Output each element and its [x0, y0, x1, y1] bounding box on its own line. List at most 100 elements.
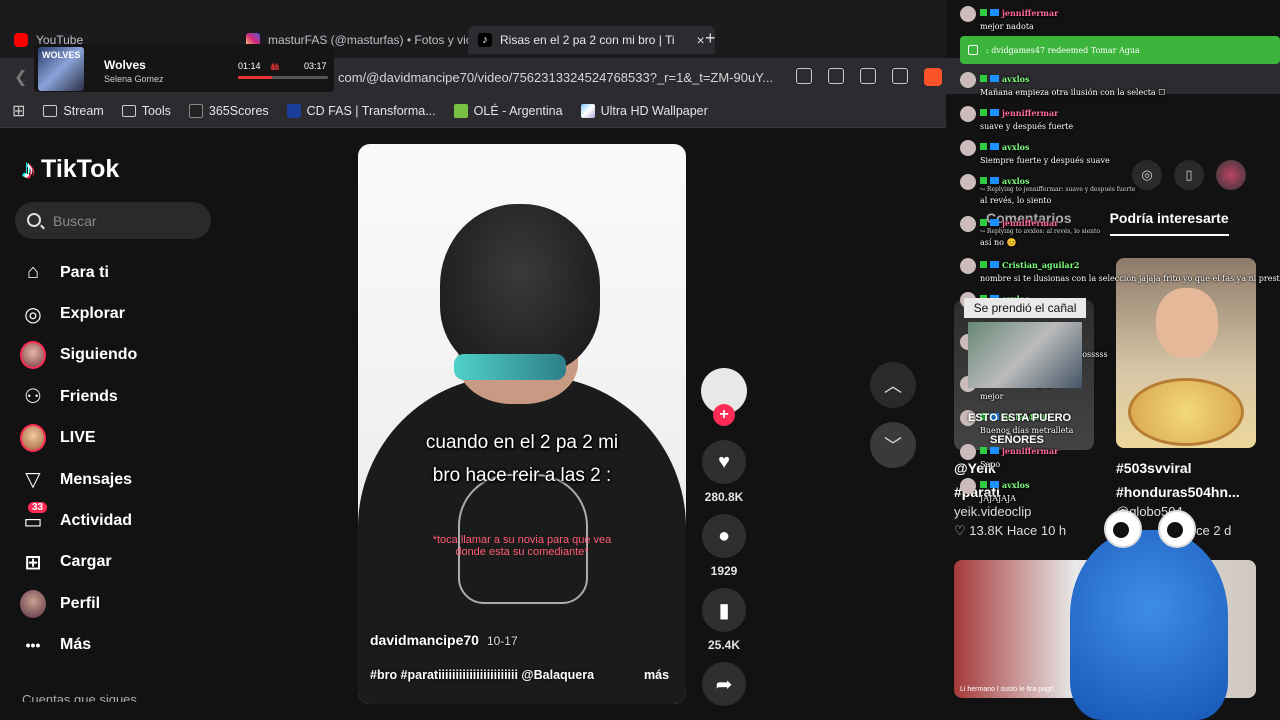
share-icon[interactable]: [892, 68, 908, 84]
card-likes: 13.8K: [969, 523, 1004, 538]
comment-icon[interactable]: ●: [702, 514, 746, 558]
friends-icon: ⚇: [24, 386, 42, 409]
chat-avatar: [960, 258, 976, 274]
heart-icon[interactable]: ♥: [702, 440, 746, 484]
previous-video-button[interactable]: ︿: [870, 362, 916, 408]
tiktok-logo[interactable]: ♪ TikTok: [22, 154, 119, 185]
sidebar-item-label: Cargar: [60, 553, 112, 571]
chevron-down-icon: ﹀: [884, 436, 902, 456]
cast-icon[interactable]: [828, 68, 844, 84]
share-action[interactable]: ➦: [700, 662, 748, 706]
chat-reply-context: ↪ Replying to jenniffermar: suave y desp…: [980, 186, 1136, 193]
sidebar-item-explorar[interactable]: ◎ Explorar: [20, 293, 220, 334]
brave-shields-icon[interactable]: [924, 68, 942, 86]
sidebar-item-friends[interactable]: ⚇ Friends: [20, 376, 220, 417]
chat-username-text: avxlos: [1002, 176, 1030, 186]
apps-grid-icon[interactable]: ⊞: [12, 101, 25, 121]
bookmark-label: Tools: [141, 103, 171, 118]
chat-username: jenniffermar: [980, 8, 1058, 18]
translate-icon[interactable]: [860, 68, 876, 84]
chat-message: jenniffermar ↪ Replying to avxlos: al rev…: [958, 214, 1280, 247]
comment-count: 1929: [710, 564, 738, 578]
blue-monster-mascot: [1058, 510, 1230, 720]
tiktok-favicon-icon: ♪: [478, 33, 492, 47]
progress-bar[interactable]: [238, 76, 328, 79]
video-subcaption: *toca llamar a su novia para que vea don…: [432, 534, 612, 558]
cdfas-icon: [286, 103, 301, 118]
chat-message-text: así no 😊: [980, 238, 1017, 247]
waveform-icon: ıllıllı: [270, 62, 279, 72]
badge-icon: [980, 481, 987, 488]
chat-avatar: [960, 216, 976, 232]
redeem-alert: : dvidgames47 redeemed Tomar Agua: [960, 36, 1280, 64]
sidebar-item-mensajes[interactable]: ▽ Mensajes: [20, 459, 220, 500]
comment-action[interactable]: ● 1929: [700, 514, 748, 578]
video-hashtags[interactable]: #bro #paratiiiiiiiiiiiiiiiiiiiiiii @Bala…: [370, 668, 670, 682]
chat-username-text: jenniffermar: [1002, 218, 1059, 228]
sidebar-item-siguiendo[interactable]: Siguiendo: [20, 335, 220, 376]
bookmark-ole[interactable]: OLÉ - Argentina: [453, 103, 563, 118]
video-caption-line: cuando en el 2 pa 2 mi: [425, 432, 619, 453]
tab-tiktok-active[interactable]: ♪ Risas en el 2 pa 2 con mi bro | Ti ×: [468, 26, 715, 54]
chat-message-text: nombre si te ilusionas con la selección …: [980, 274, 1280, 283]
bookmark-wallpaper[interactable]: Ultra HD Wallpaper: [580, 103, 708, 118]
chat-username: jenniffermar: [980, 218, 1058, 228]
brand-name: TikTok: [41, 155, 120, 183]
next-video-button[interactable]: ﹀: [870, 422, 916, 468]
bookmark-tools[interactable]: Tools: [121, 103, 171, 118]
video-author[interactable]: davidmancipe70 10-17: [370, 632, 518, 648]
following-section-heading: Cuentas que sigues: [22, 692, 137, 702]
chat-username-text: jenniffermar: [1002, 108, 1059, 118]
chat-message: Cristian_aguilar2 nombre si te ilusionas …: [958, 256, 1280, 288]
translate-off-icon[interactable]: [796, 68, 812, 84]
sidebar-item-label: Mensajes: [60, 470, 133, 488]
badge-icon: [980, 75, 987, 82]
url-field[interactable]: com/@davidmancipe70/video/75623133245247…: [338, 70, 773, 85]
chat-username: avxlos: [980, 142, 1029, 152]
like-count: 280.8K: [704, 490, 744, 504]
show-more-link[interactable]: más: [644, 668, 669, 682]
sidebar-item-cargar[interactable]: ⊞ Cargar: [20, 542, 220, 583]
save-action[interactable]: ▮ 25.4K: [700, 588, 748, 652]
chat-message-text: JAJAJAJA: [980, 494, 1016, 503]
like-action[interactable]: ♥ 280.8K: [700, 440, 748, 504]
follow-plus-icon[interactable]: +: [713, 404, 735, 426]
share-arrow-icon[interactable]: ➦: [702, 662, 746, 706]
new-tab-button[interactable]: +: [705, 28, 716, 49]
sidebar-item-mas[interactable]: ••• Más: [20, 625, 220, 666]
chat-username: avxlos: [980, 74, 1029, 84]
search-placeholder: Buscar: [53, 213, 97, 229]
sidebar-item-label: Explorar: [60, 305, 125, 323]
sidebar-item-actividad[interactable]: ▭ 33 Actividad: [20, 500, 220, 541]
sidebar-item-perfil[interactable]: Perfil: [20, 583, 220, 624]
badge-icon: [990, 447, 999, 454]
chat-message: avxlos JAJAJAJA: [958, 476, 1280, 508]
back-arrow-icon[interactable]: ❮: [14, 67, 27, 87]
sidebar-item-label: Actividad: [60, 512, 133, 530]
badge-icon: [990, 219, 999, 226]
bookmark-365scores[interactable]: 365Scores: [188, 103, 269, 118]
save-count: 25.4K: [707, 638, 741, 652]
tab-label: Risas en el 2 pa 2 con mi bro | Ti: [500, 33, 675, 47]
video-player[interactable]: cuando en el 2 pa 2 mi bro hace reir a l…: [358, 144, 686, 704]
wallpaper-icon: [580, 103, 595, 118]
close-tab-icon[interactable]: ×: [697, 32, 705, 48]
bookmark-stream[interactable]: Stream: [43, 103, 104, 118]
sidebar-item-label: Más: [60, 636, 92, 654]
activity-badge: 33: [28, 502, 48, 514]
sidebar-item-para-ti[interactable]: ⌂ Para ti: [20, 252, 220, 293]
bookmark-label: OLÉ - Argentina: [473, 103, 563, 118]
sidebar-item-label: Friends: [60, 387, 118, 405]
chat-avatar: [960, 478, 976, 494]
bookmark-label: Ultra HD Wallpaper: [600, 103, 708, 118]
search-input[interactable]: Buscar: [15, 202, 211, 239]
bookmark-cdfas[interactable]: CD FAS | Transforma...: [286, 103, 436, 118]
home-icon: ⌂: [26, 261, 40, 284]
bookmarks-bar: ⊞ Stream Tools 365Scores CD FAS | Transf…: [0, 94, 946, 128]
media-player[interactable]: WOLVES Wolves Selena Gomez 01:14 ıllıllı…: [34, 44, 334, 92]
bookmark-icon[interactable]: ▮: [702, 588, 746, 632]
profile-avatar-icon: [20, 589, 46, 618]
card-likes-row: ♡ 13.8K Hace 10 h: [954, 523, 1066, 539]
sidebar-item-live[interactable]: LIVE: [20, 418, 220, 459]
bookmark-label: Stream: [63, 103, 104, 118]
